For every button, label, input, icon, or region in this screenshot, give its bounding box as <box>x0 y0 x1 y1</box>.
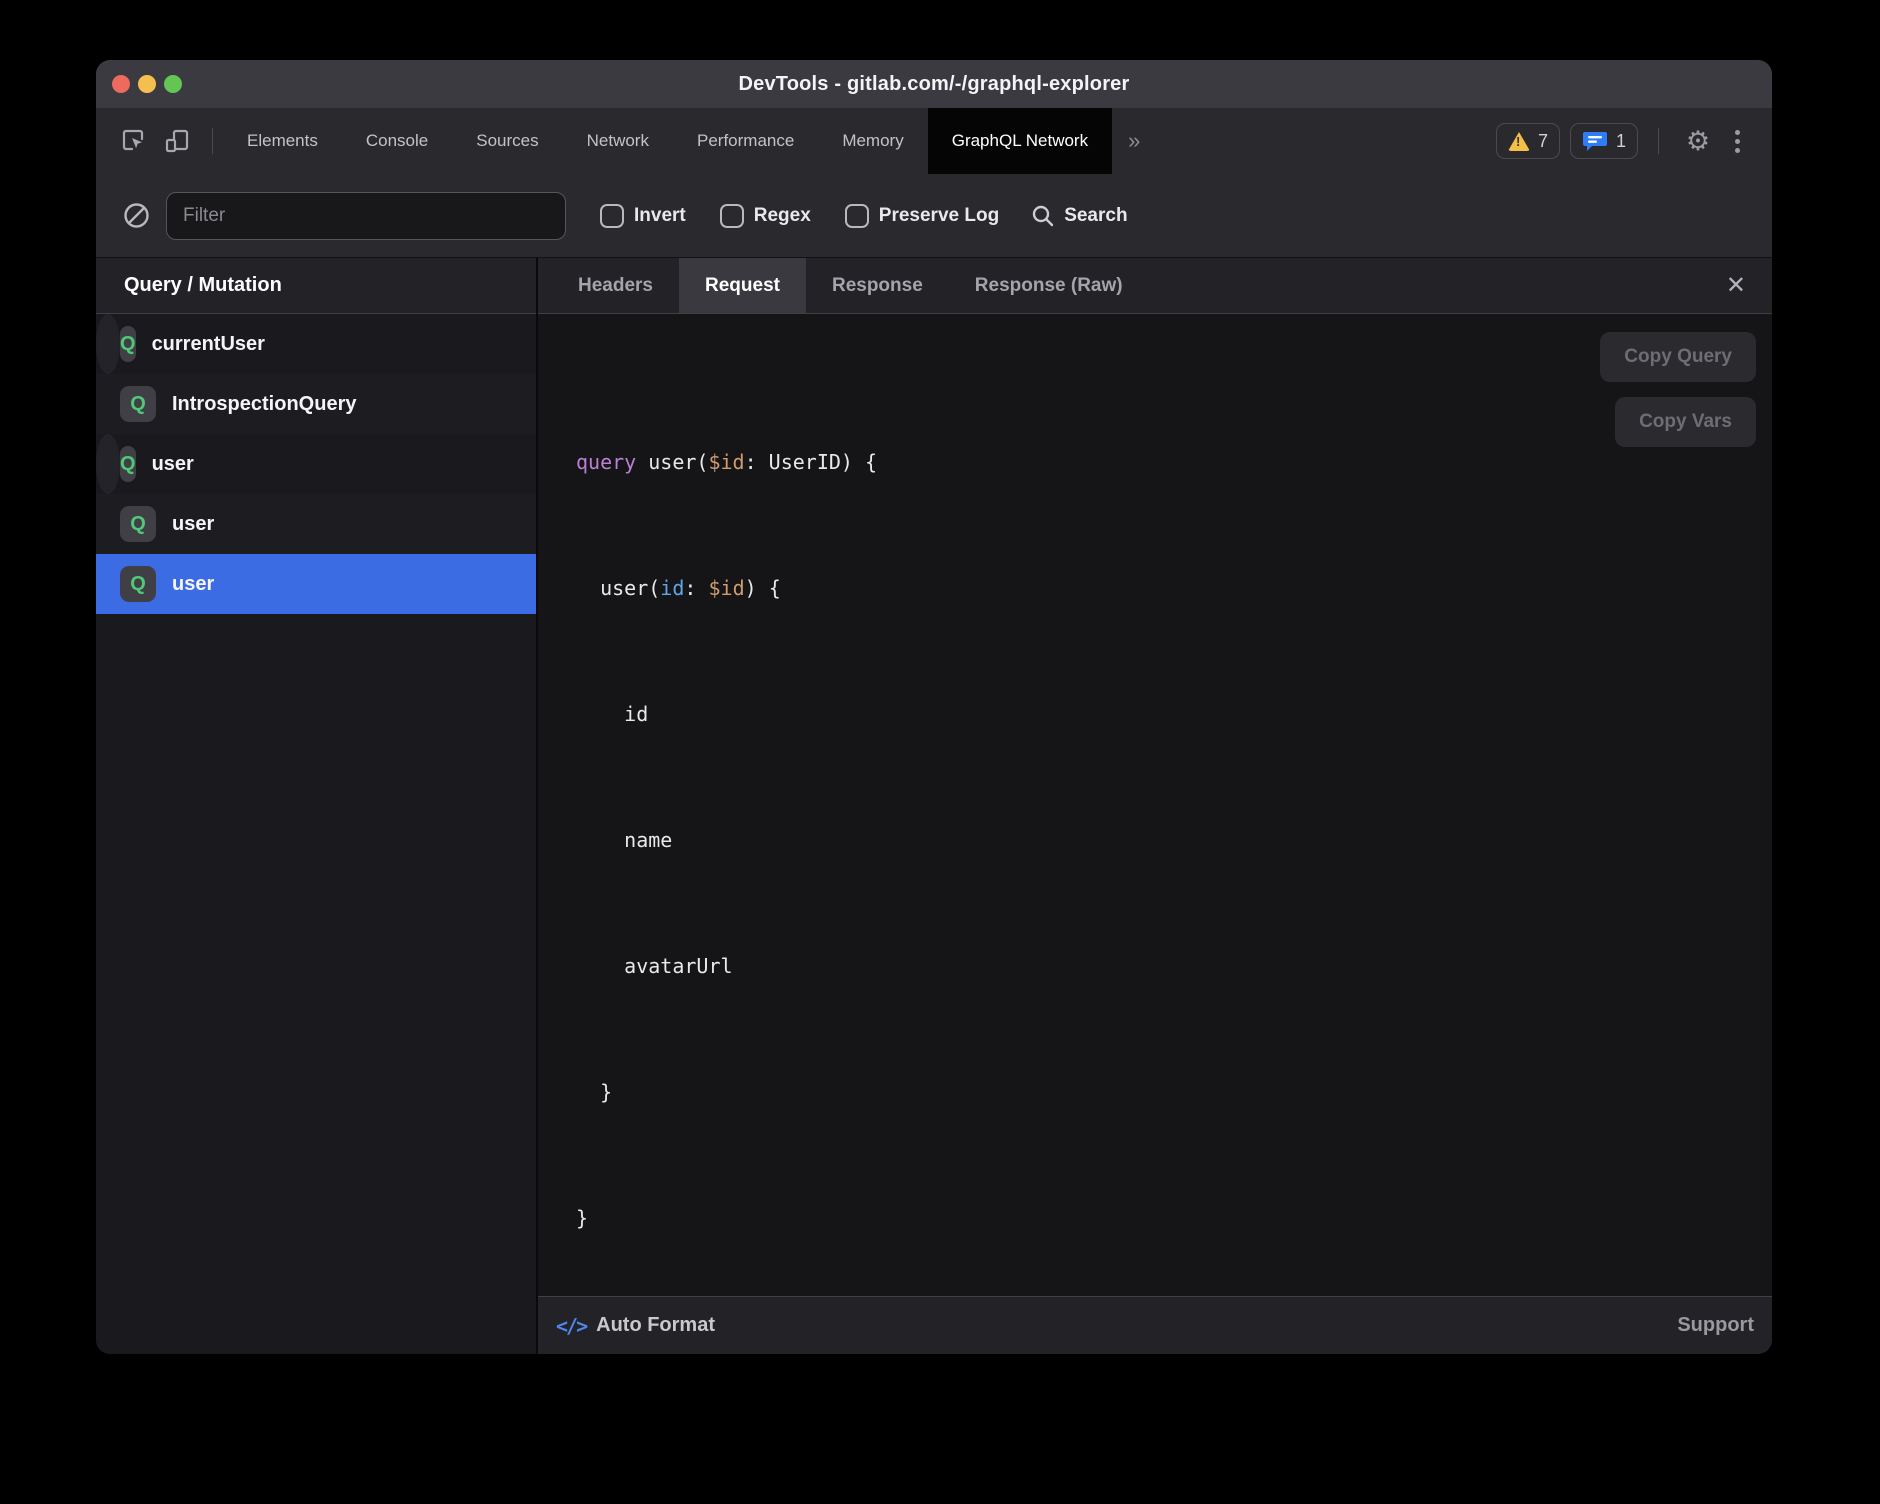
zoom-window-button[interactable] <box>164 75 182 93</box>
filter-input[interactable] <box>166 192 566 240</box>
query-type-badge: Q <box>120 326 136 362</box>
settings-gear-icon[interactable]: ⚙ <box>1679 121 1717 161</box>
close-detail-icon[interactable]: ✕ <box>1718 267 1754 304</box>
regex-checkbox-group[interactable]: Regex <box>720 204 811 228</box>
query-type-badge: Q <box>120 566 156 602</box>
support-link[interactable]: Support <box>1677 1314 1754 1337</box>
list-item-user-2[interactable]: Q user <box>96 494 536 554</box>
filter-toolbar: Invert Regex Preserve Log Search <box>96 174 1772 258</box>
tab-elements[interactable]: Elements <box>223 108 342 174</box>
detail-panel: Headers Request Response Response (Raw) … <box>538 258 1772 1354</box>
issues-badge[interactable]: 1 <box>1570 123 1638 159</box>
warning-icon <box>1508 132 1530 151</box>
search-label: Search <box>1064 205 1127 227</box>
title-bar: DevTools - gitlab.com/-/graphql-explorer <box>96 60 1772 108</box>
more-tabs-chevron-icon[interactable]: » <box>1112 108 1156 174</box>
auto-format-button[interactable]: Auto Format <box>596 1314 715 1337</box>
query-type-badge: Q <box>120 446 136 482</box>
list-item-currentUser[interactable]: Q currentUser <box>96 314 120 374</box>
clear-block-icon[interactable] <box>123 202 150 229</box>
main-content: Query / Mutation Q currentUser Q Introsp… <box>96 258 1772 1354</box>
tab-memory[interactable]: Memory <box>818 108 927 174</box>
tab-response[interactable]: Response <box>806 258 949 313</box>
tab-bar-tools <box>96 108 223 174</box>
list-item-user-3-selected[interactable]: Q user <box>96 554 536 614</box>
tab-console[interactable]: Console <box>342 108 452 174</box>
query-type-badge: Q <box>120 506 156 542</box>
query-list-header: Query / Mutation <box>96 258 536 314</box>
toolbar-divider <box>212 128 213 154</box>
panel-tabs: Elements Console Sources Network Perform… <box>223 108 1156 174</box>
request-body: Copy Query Copy Vars query user($id: Use… <box>538 314 1772 1296</box>
issues-count: 1 <box>1616 131 1626 152</box>
traffic-lights <box>112 60 182 108</box>
search-icon <box>1031 204 1055 228</box>
inspect-element-button[interactable] <box>114 121 152 161</box>
devtools-tab-bar: Elements Console Sources Network Perform… <box>96 108 1772 174</box>
detail-footer: </> Auto Format Support <box>538 1296 1772 1354</box>
regex-checkbox[interactable] <box>720 204 744 228</box>
tab-response-raw[interactable]: Response (Raw) <box>949 258 1149 313</box>
message-bubble-icon <box>1582 129 1608 153</box>
preserve-log-label: Preserve Log <box>879 205 999 227</box>
minimize-window-button[interactable] <box>138 75 156 93</box>
list-item-user-1[interactable]: Q user <box>96 434 120 494</box>
copy-vars-button[interactable]: Copy Vars <box>1615 397 1756 447</box>
close-window-button[interactable] <box>112 75 130 93</box>
window-title: DevTools - gitlab.com/-/graphql-explorer <box>738 73 1129 96</box>
query-list-panel: Query / Mutation Q currentUser Q Introsp… <box>96 258 538 1354</box>
auto-format-icon: </> <box>556 1314 586 1338</box>
search-button[interactable]: Search <box>1031 204 1127 228</box>
list-item-introspectionQuery[interactable]: Q IntrospectionQuery <box>96 374 536 434</box>
preserve-log-checkbox-group[interactable]: Preserve Log <box>845 204 999 228</box>
tab-performance[interactable]: Performance <box>673 108 818 174</box>
preserve-log-checkbox[interactable] <box>845 204 869 228</box>
warnings-badge[interactable]: 7 <box>1496 123 1560 159</box>
tab-request[interactable]: Request <box>679 258 806 313</box>
devtools-window: DevTools - gitlab.com/-/graphql-explorer… <box>96 60 1772 1354</box>
graphql-query-code: query user($id: UserID) { user(id: $id) … <box>538 314 1772 1296</box>
tab-bar-status: 7 1 ⚙ <box>1496 108 1772 174</box>
tab-graphql-network[interactable]: GraphQL Network <box>928 108 1112 174</box>
kebab-menu-icon[interactable] <box>1727 130 1748 153</box>
status-divider <box>1658 128 1659 154</box>
invert-checkbox-group[interactable]: Invert <box>600 204 686 228</box>
copy-query-button[interactable]: Copy Query <box>1600 332 1756 382</box>
invert-checkbox[interactable] <box>600 204 624 228</box>
regex-label: Regex <box>754 205 811 227</box>
warning-count: 7 <box>1538 131 1548 152</box>
device-toolbar-button[interactable] <box>158 121 196 161</box>
invert-label: Invert <box>634 205 686 227</box>
sidebar-empty-area <box>96 614 536 1354</box>
tab-headers[interactable]: Headers <box>552 258 679 313</box>
query-type-badge: Q <box>120 386 156 422</box>
detail-tab-strip: Headers Request Response Response (Raw) … <box>538 258 1772 314</box>
tab-sources[interactable]: Sources <box>452 108 562 174</box>
tab-network[interactable]: Network <box>563 108 673 174</box>
